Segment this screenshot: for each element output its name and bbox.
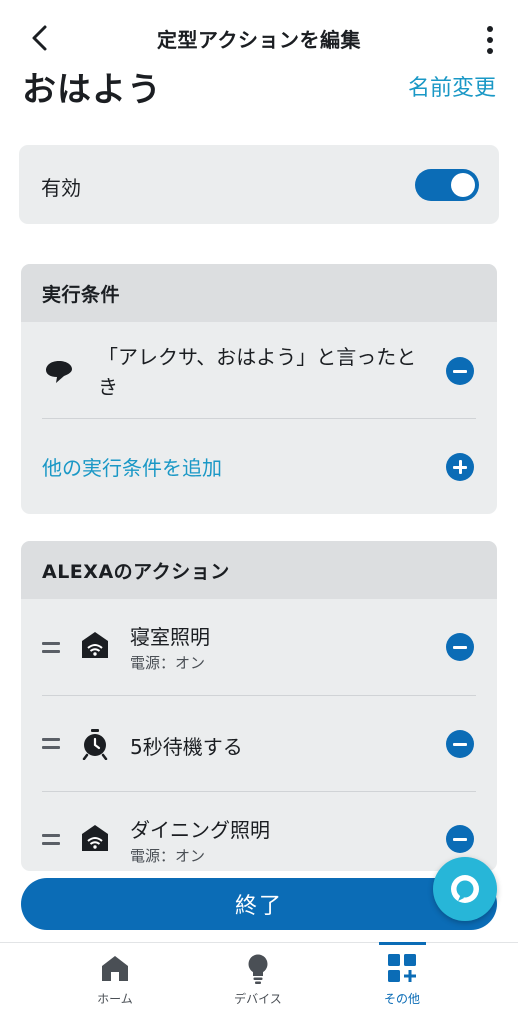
divider bbox=[42, 791, 476, 792]
toggle-knob bbox=[451, 173, 475, 197]
alexa-icon bbox=[451, 875, 479, 903]
action-title[interactable]: 寝室照明 bbox=[130, 621, 210, 650]
nav-home-label: ホーム bbox=[97, 992, 133, 1006]
drag-handle[interactable] bbox=[42, 642, 60, 654]
remove-action-button[interactable] bbox=[446, 825, 474, 853]
divider bbox=[42, 418, 476, 419]
remove-action-button[interactable] bbox=[446, 730, 474, 758]
enabled-card: 有効 bbox=[19, 145, 499, 224]
actions-section: ALEXAのアクション 寝室照明 電源：オン 5秒待機する ダイニング照明 電源… bbox=[21, 541, 497, 871]
add-trigger-button[interactable] bbox=[446, 453, 474, 481]
enabled-toggle[interactable] bbox=[415, 169, 479, 201]
action-subtitle: 電源：オン bbox=[130, 847, 206, 865]
action-subtitle: 電源：オン bbox=[130, 654, 206, 672]
smart-home-icon bbox=[82, 825, 108, 851]
alexa-button[interactable] bbox=[433, 857, 497, 921]
enabled-label: 有効 bbox=[41, 176, 81, 200]
nav-devices-label: デバイス bbox=[234, 992, 282, 1006]
alarm-clock-icon bbox=[82, 729, 108, 760]
more-options-button[interactable] bbox=[476, 20, 504, 60]
action-title[interactable]: 5秒待機する bbox=[130, 731, 243, 760]
speech-bubble-icon bbox=[46, 361, 72, 383]
more-grid-icon bbox=[388, 954, 416, 982]
bottom-nav: ホーム デバイス その他 bbox=[0, 942, 518, 1024]
drag-handle[interactable] bbox=[42, 738, 60, 750]
actions-section-title: ALEXAのアクション bbox=[21, 541, 497, 599]
nav-more-label: その他 bbox=[383, 992, 420, 1006]
done-button[interactable]: 終了 bbox=[21, 878, 497, 930]
trigger-section-title: 実行条件 bbox=[21, 264, 497, 322]
nav-more[interactable]: その他 bbox=[342, 943, 462, 1024]
divider bbox=[42, 695, 476, 696]
top-bar: 定型アクションを編集 bbox=[0, 0, 518, 70]
action-title[interactable]: ダイニング照明 bbox=[130, 814, 270, 843]
trigger-phrase[interactable]: 「アレクサ、おはよう」と言ったとき bbox=[98, 342, 418, 402]
remove-action-button[interactable] bbox=[446, 633, 474, 661]
more-dot bbox=[487, 37, 493, 43]
trigger-section: 実行条件 「アレクサ、おはよう」と言ったとき 他の実行条件を追加 bbox=[21, 264, 497, 514]
nav-home[interactable]: ホーム bbox=[55, 943, 175, 1024]
more-dot bbox=[487, 48, 493, 54]
more-dot bbox=[487, 26, 493, 32]
smart-home-icon bbox=[82, 632, 108, 658]
remove-trigger-button[interactable] bbox=[446, 357, 474, 385]
rename-link[interactable]: 名前変更 bbox=[408, 70, 496, 102]
lightbulb-icon bbox=[248, 954, 268, 984]
nav-devices[interactable]: デバイス bbox=[198, 943, 318, 1024]
home-icon bbox=[102, 956, 128, 981]
drag-handle[interactable] bbox=[42, 834, 60, 846]
page-title: 定型アクションを編集 bbox=[157, 28, 361, 52]
add-trigger-link[interactable]: 他の実行条件を追加 bbox=[42, 452, 222, 481]
routine-name: おはよう bbox=[22, 70, 162, 110]
